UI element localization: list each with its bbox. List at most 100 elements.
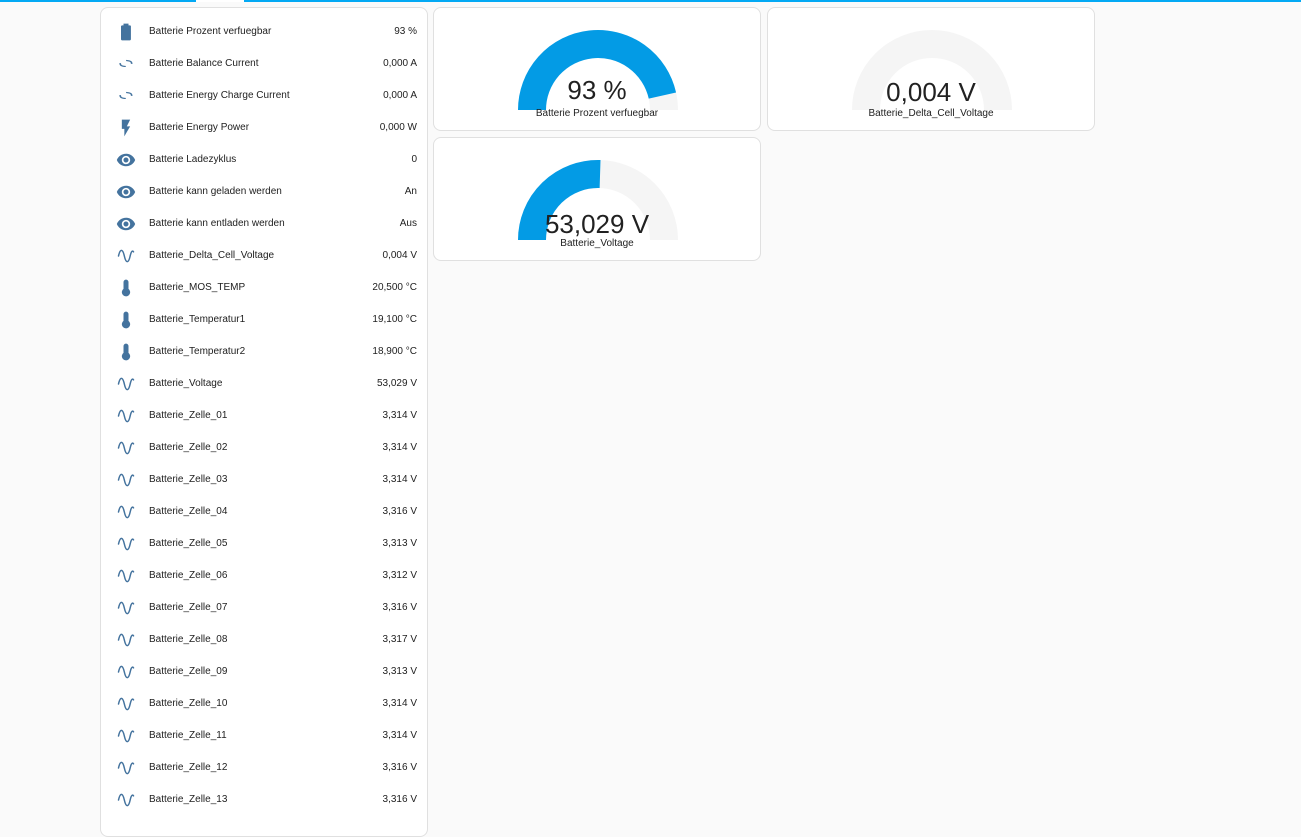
sine-wave-icon [116, 758, 136, 778]
sine-wave-icon [116, 374, 136, 394]
entity-name: Batterie_Zelle_09 [149, 666, 228, 677]
entity-row[interactable]: Batterie_Zelle_06 3,312 V [101, 560, 427, 592]
entity-row[interactable]: Batterie_Zelle_05 3,313 V [101, 528, 427, 560]
entity-value: 93 % [394, 26, 417, 37]
entity-name: Batterie_Zelle_12 [149, 762, 228, 773]
entity-value: 3,314 V [382, 730, 417, 741]
entity-row[interactable]: Batterie Energy Power 0,000 W [101, 112, 427, 144]
entity-row[interactable]: Batterie_Temperatur1 19,100 °C [101, 304, 427, 336]
entity-value: 3,314 V [382, 698, 417, 709]
entity-row[interactable]: Batterie_Zelle_09 3,313 V [101, 656, 427, 688]
gauge-label: Batterie Prozent verfuegbar [535, 108, 659, 119]
entity-row[interactable]: Batterie_Zelle_02 3,314 V [101, 432, 427, 464]
entity-value: 20,500 °C [372, 282, 417, 293]
entity-row[interactable]: Batterie Energy Charge Current 0,000 A [101, 80, 427, 112]
sine-wave-icon [116, 726, 136, 746]
gauge-card-delta-cell-voltage[interactable]: 0,004 V Batterie_Delta_Cell_Voltage [767, 7, 1095, 131]
entities-card: Batterie Prozent verfuegbar 93 % Batterie … [100, 7, 428, 837]
sine-wave-icon [116, 438, 136, 458]
entity-row[interactable]: Batterie_Zelle_04 3,316 V [101, 496, 427, 528]
entity-name: Batterie_Zelle_06 [149, 570, 228, 581]
entity-value: 3,314 V [382, 410, 417, 421]
entity-name: Batterie_Zelle_03 [149, 474, 228, 485]
entity-name: Batterie kann geladen werden [149, 186, 282, 197]
battery-icon [116, 22, 136, 42]
gauge-value: 93 % [567, 75, 627, 105]
entity-name: Batterie_Zelle_04 [149, 506, 228, 517]
entity-row[interactable]: Batterie_Zelle_10 3,314 V [101, 688, 427, 720]
entity-value: 19,100 °C [372, 314, 417, 325]
entity-row[interactable]: Batterie_Zelle_13 3,316 V [101, 784, 427, 816]
entity-row[interactable]: Batterie_Zelle_03 3,314 V [101, 464, 427, 496]
entity-value: 3,312 V [382, 570, 417, 581]
entity-row[interactable]: Batterie_Zelle_12 3,316 V [101, 752, 427, 784]
entity-name: Batterie_MOS_TEMP [149, 282, 246, 293]
entity-name: Batterie_Zelle_11 [149, 730, 227, 741]
eye-icon [116, 150, 136, 170]
entity-name: Batterie_Zelle_13 [149, 794, 228, 805]
entity-value: 53,029 V [376, 378, 417, 389]
sine-wave-icon [116, 566, 136, 586]
entity-value: 3,313 V [382, 538, 417, 549]
entity-value: 3,317 V [382, 634, 417, 645]
entity-row[interactable]: Batterie_Voltage 53,029 V [101, 368, 427, 400]
entity-value: Aus [399, 218, 417, 229]
entity-name: Batterie_Voltage [149, 378, 223, 389]
sine-wave-icon [116, 470, 136, 490]
eye-icon [116, 214, 136, 234]
entity-name: Batterie_Delta_Cell_Voltage [149, 250, 275, 261]
entity-row[interactable]: Batterie_MOS_TEMP 20,500 °C [101, 272, 427, 304]
entity-name: Batterie Prozent verfuegbar [149, 26, 272, 37]
entity-row[interactable]: Batterie_Zelle_11 3,314 V [101, 720, 427, 752]
entity-row[interactable]: Batterie kann entladen werden Aus [101, 208, 427, 240]
entity-name: Batterie_Zelle_02 [149, 442, 228, 453]
thermometer-icon [116, 278, 136, 298]
entity-row[interactable]: Batterie Ladezyklus 0 [101, 144, 427, 176]
entity-row[interactable]: Batterie_Zelle_08 3,317 V [101, 624, 427, 656]
entity-name: Batterie_Zelle_01 [149, 410, 228, 421]
entity-name: Batterie_Zelle_08 [149, 634, 228, 645]
entity-name: Batterie_Zelle_05 [149, 538, 228, 549]
entity-value: 3,316 V [382, 794, 417, 805]
gauge-label: Batterie_Delta_Cell_Voltage [868, 108, 994, 119]
entity-value: 0 [411, 154, 417, 165]
entity-value: 3,316 V [382, 506, 417, 517]
sine-wave-icon [116, 630, 136, 650]
entity-name: Batterie Energy Charge Current [149, 90, 290, 101]
entity-row[interactable]: Batterie Balance Current 0,000 A [101, 48, 427, 80]
entity-value: 0,000 A [383, 90, 417, 101]
entity-name: Batterie Energy Power [149, 122, 250, 133]
current-ac-icon [116, 54, 136, 74]
entity-row[interactable]: Batterie_Delta_Cell_Voltage 0,004 V [101, 240, 427, 272]
entity-name: Batterie_Zelle_07 [149, 602, 228, 613]
entity-row[interactable]: Batterie kann geladen werden An [101, 176, 427, 208]
entity-value: 3,314 V [382, 442, 417, 453]
entity-row[interactable]: Batterie_Zelle_07 3,316 V [101, 592, 427, 624]
sine-wave-icon [116, 246, 136, 266]
entity-row[interactable]: Batterie Prozent verfuegbar 93 % [101, 16, 427, 48]
active-tab-indicator [196, 0, 244, 2]
sine-wave-icon [116, 662, 136, 682]
entity-row[interactable]: Batterie_Temperatur2 18,900 °C [101, 336, 427, 368]
entity-value: 3,314 V [382, 474, 417, 485]
entity-name: Batterie kann entladen werden [149, 218, 285, 229]
gauge-value: 53,029 V [544, 209, 650, 239]
entity-value: 0,004 V [382, 250, 417, 261]
gauge-value: 0,004 V [886, 77, 976, 107]
thermometer-icon [116, 342, 136, 362]
entity-name: Batterie_Zelle_10 [149, 698, 228, 709]
sine-wave-icon [116, 694, 136, 714]
current-ac-icon [116, 86, 136, 106]
gauge-card-battery-voltage[interactable]: 53,029 V Batterie_Voltage [433, 137, 761, 261]
entity-name: Batterie Ladezyklus [149, 154, 237, 165]
entity-value: 3,313 V [382, 666, 417, 677]
entity-value: 3,316 V [382, 762, 417, 773]
entity-value: 0,000 W [379, 122, 417, 133]
entity-row[interactable]: Batterie_Zelle_01 3,314 V [101, 400, 427, 432]
gauge-label: Batterie_Voltage [560, 238, 634, 249]
flash-icon [116, 118, 136, 138]
entity-value: An [404, 186, 417, 197]
gauge-card-battery-percent[interactable]: 93 % Batterie Prozent verfuegbar [433, 7, 761, 131]
sine-wave-icon [116, 598, 136, 618]
thermometer-icon [116, 310, 136, 330]
